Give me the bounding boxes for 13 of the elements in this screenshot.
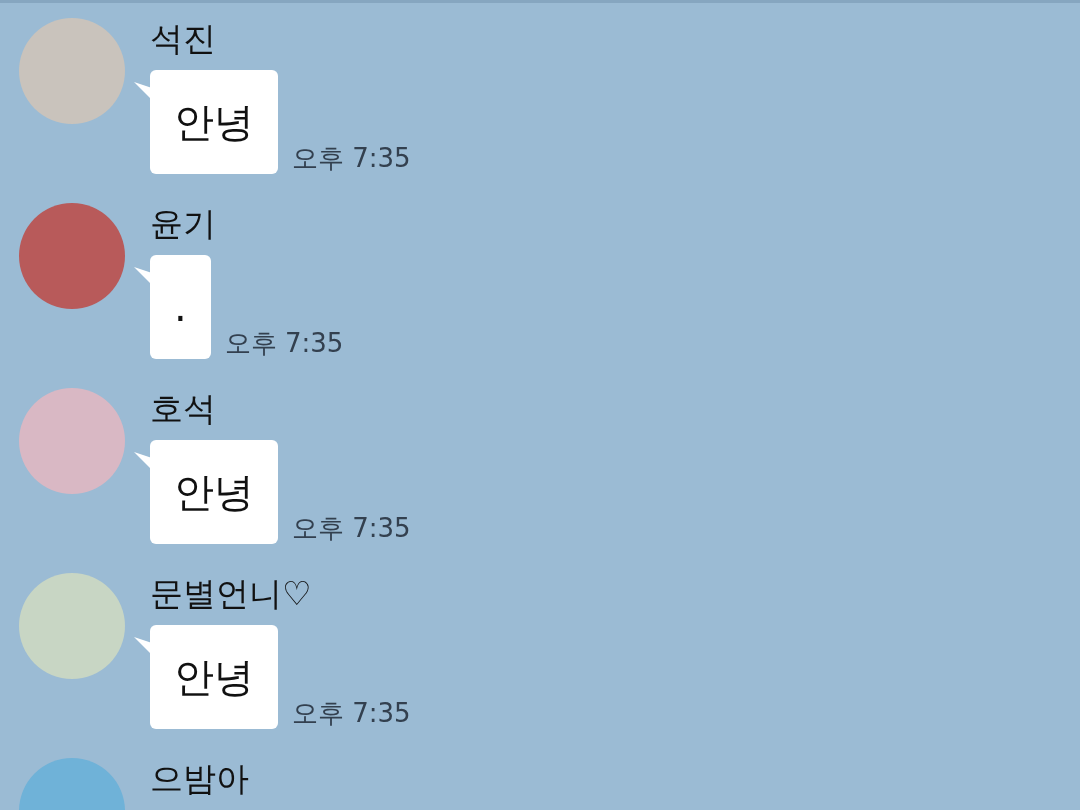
- bubble-tail: [134, 267, 152, 285]
- bubble-tail: [134, 82, 152, 100]
- bubble-tail: [134, 452, 152, 470]
- sender-name: 으밤아: [150, 758, 249, 800]
- bubble-tail: [134, 637, 152, 655]
- sender-name: 문별언니♡: [150, 573, 313, 615]
- message-time: 오후 7:35: [292, 142, 411, 175]
- message-time: 오후 7:35: [292, 697, 411, 730]
- sender-name: 윤기: [150, 203, 217, 245]
- sender-name: 호석: [150, 388, 217, 430]
- message-time: 오후 7:35: [292, 512, 411, 545]
- message-time: 오후 7:35: [224, 327, 344, 360]
- sender-name: 석진: [150, 18, 217, 60]
